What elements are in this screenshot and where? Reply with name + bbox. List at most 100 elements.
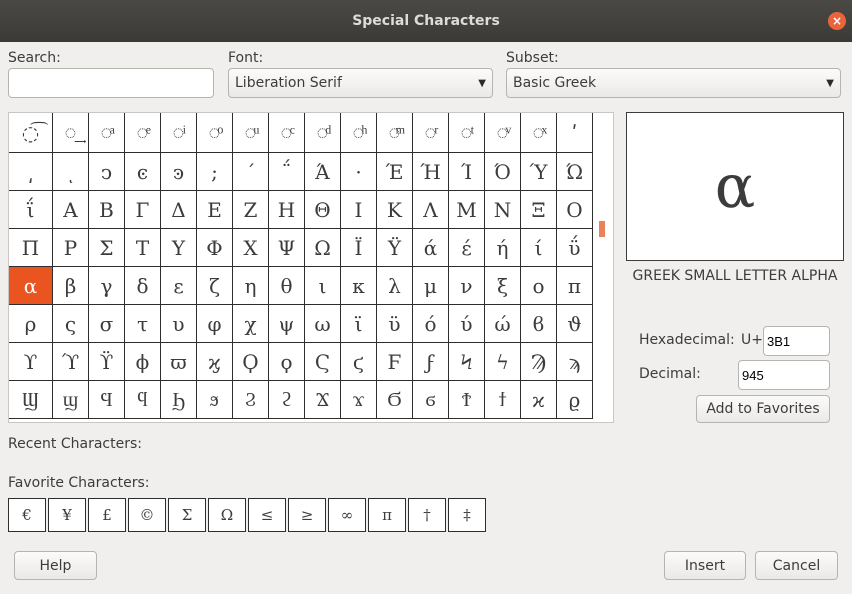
- character-cell[interactable]: ι: [305, 267, 341, 305]
- character-cell[interactable]: π: [557, 267, 593, 305]
- character-cell[interactable]: Έ: [377, 153, 413, 191]
- character-cell[interactable]: ◌ͨ: [269, 113, 305, 153]
- character-cell[interactable]: τ: [125, 305, 161, 343]
- character-cell[interactable]: λ: [377, 267, 413, 305]
- hex-input[interactable]: [763, 326, 830, 356]
- character-cell[interactable]: Γ: [125, 191, 161, 229]
- favorite-character[interactable]: ≥: [288, 498, 326, 532]
- character-cell[interactable]: ϣ: [53, 381, 89, 419]
- character-cell[interactable]: ω: [305, 305, 341, 343]
- insert-button[interactable]: Insert: [664, 551, 746, 580]
- character-cell[interactable]: ό: [413, 305, 449, 343]
- character-cell[interactable]: Β: [89, 191, 125, 229]
- character-cell[interactable]: ◌ͦ: [197, 113, 233, 153]
- character-cell[interactable]: Ή: [413, 153, 449, 191]
- character-cell[interactable]: ο: [521, 267, 557, 305]
- character-cell[interactable]: ◌ͮ: [485, 113, 521, 153]
- character-cell[interactable]: Χ: [233, 229, 269, 267]
- character-cell[interactable]: ϊ: [341, 305, 377, 343]
- character-cell[interactable]: Ψ: [269, 229, 305, 267]
- character-cell[interactable]: ΰ: [557, 229, 593, 267]
- favorite-character[interactable]: π: [368, 498, 406, 532]
- character-cell[interactable]: ϖ: [161, 343, 197, 381]
- close-icon[interactable]: ×: [828, 12, 846, 30]
- character-cell[interactable]: Λ: [413, 191, 449, 229]
- character-cell[interactable]: ʹ: [557, 113, 593, 153]
- character-cell[interactable]: Ϧ: [161, 381, 197, 419]
- character-cell[interactable]: ϥ: [125, 381, 161, 419]
- character-cell[interactable]: ϧ: [197, 381, 233, 419]
- character-cell[interactable]: ◌ͪ: [341, 113, 377, 153]
- character-cell[interactable]: ΄: [233, 153, 269, 191]
- character-cell[interactable]: ◌ͭ: [449, 113, 485, 153]
- character-cell[interactable]: Ϊ: [341, 229, 377, 267]
- favorite-character[interactable]: £: [88, 498, 126, 532]
- character-cell[interactable]: ϛ: [341, 343, 377, 381]
- character-cell[interactable]: Ο: [557, 191, 593, 229]
- character-cell[interactable]: ϰ: [521, 381, 557, 419]
- character-grid[interactable]: ◌͡ ◌͢ ◌ͣ ◌ͤ ◌ͥ ◌ͦ ◌ͧ ◌ͨ ◌ͩ ◌ͪ ◌ͫ ◌ͬ ◌ͭ ◌ͮ ◌ͯ ʹ ͵ ͺ ͻ ͼ ͽ; ΄ ΅ Ά…: [8, 112, 614, 423]
- favorite-character[interactable]: Ω: [208, 498, 246, 532]
- character-cell[interactable]: α: [9, 267, 53, 305]
- character-cell[interactable]: Ϣ: [9, 381, 53, 419]
- character-cell[interactable]: Ώ: [557, 153, 593, 191]
- character-cell[interactable]: ◌ͥ: [161, 113, 197, 153]
- character-cell[interactable]: μ: [413, 267, 449, 305]
- character-cell[interactable]: Ε: [197, 191, 233, 229]
- character-cell[interactable]: ϒ: [9, 343, 53, 381]
- character-cell[interactable]: Ι: [341, 191, 377, 229]
- character-cell[interactable]: ◌͡: [9, 113, 53, 153]
- character-cell[interactable]: ◌͢: [53, 113, 89, 153]
- character-cell[interactable]: Θ: [305, 191, 341, 229]
- character-cell[interactable]: ◌ͤ: [125, 113, 161, 153]
- character-cell[interactable]: ε: [161, 267, 197, 305]
- character-cell[interactable]: Ϯ: [449, 381, 485, 419]
- character-cell[interactable]: Ξ: [521, 191, 557, 229]
- character-cell[interactable]: Υ: [161, 229, 197, 267]
- character-cell[interactable]: ς: [53, 305, 89, 343]
- character-cell[interactable]: ◌ͧ: [233, 113, 269, 153]
- cancel-button[interactable]: Cancel: [755, 551, 838, 580]
- character-cell[interactable]: Ϭ: [377, 381, 413, 419]
- character-cell[interactable]: ◌ͯ: [521, 113, 557, 153]
- font-select[interactable]: Liberation Serif ▼: [228, 68, 493, 98]
- character-cell[interactable]: Α: [53, 191, 89, 229]
- character-cell[interactable]: ή: [485, 229, 521, 267]
- character-cell[interactable]: Π: [9, 229, 53, 267]
- character-cell[interactable]: Ϟ: [449, 343, 485, 381]
- character-cell[interactable]: ϙ: [269, 343, 305, 381]
- character-cell[interactable]: ί: [521, 229, 557, 267]
- character-cell[interactable]: ΅: [269, 153, 305, 191]
- character-cell[interactable]: Ρ: [53, 229, 89, 267]
- character-cell[interactable]: Ϩ: [233, 381, 269, 419]
- character-cell[interactable]: ϑ: [557, 305, 593, 343]
- character-cell[interactable]: Ό: [485, 153, 521, 191]
- character-cell[interactable]: ͼ: [125, 153, 161, 191]
- character-cell[interactable]: ;: [197, 153, 233, 191]
- character-cell[interactable]: υ: [161, 305, 197, 343]
- character-cell[interactable]: ϓ: [53, 343, 89, 381]
- character-cell[interactable]: ϕ: [125, 343, 161, 381]
- character-cell[interactable]: χ: [233, 305, 269, 343]
- character-cell[interactable]: Δ: [161, 191, 197, 229]
- character-cell[interactable]: ◌ͩ: [305, 113, 341, 153]
- character-cell[interactable]: ϝ: [413, 343, 449, 381]
- character-cell[interactable]: ϩ: [269, 381, 305, 419]
- grid-scrollbar-thumb[interactable]: [599, 221, 605, 237]
- character-cell[interactable]: β: [53, 267, 89, 305]
- favorite-character[interactable]: €: [8, 498, 46, 532]
- character-cell[interactable]: Μ: [449, 191, 485, 229]
- character-cell[interactable]: ͻ: [89, 153, 125, 191]
- search-input[interactable]: [8, 68, 214, 98]
- favorite-character[interactable]: ∞: [328, 498, 366, 532]
- character-cell[interactable]: ύ: [449, 305, 485, 343]
- character-cell[interactable]: ρ: [9, 305, 53, 343]
- character-cell[interactable]: ϟ: [485, 343, 521, 381]
- character-cell[interactable]: ͽ: [161, 153, 197, 191]
- character-cell[interactable]: ΐ: [9, 191, 53, 229]
- character-cell[interactable]: ζ: [197, 267, 233, 305]
- character-cell[interactable]: Ϝ: [377, 343, 413, 381]
- add-to-favorites-button[interactable]: Add to Favorites: [696, 395, 830, 423]
- character-cell[interactable]: ν: [449, 267, 485, 305]
- character-cell[interactable]: Κ: [377, 191, 413, 229]
